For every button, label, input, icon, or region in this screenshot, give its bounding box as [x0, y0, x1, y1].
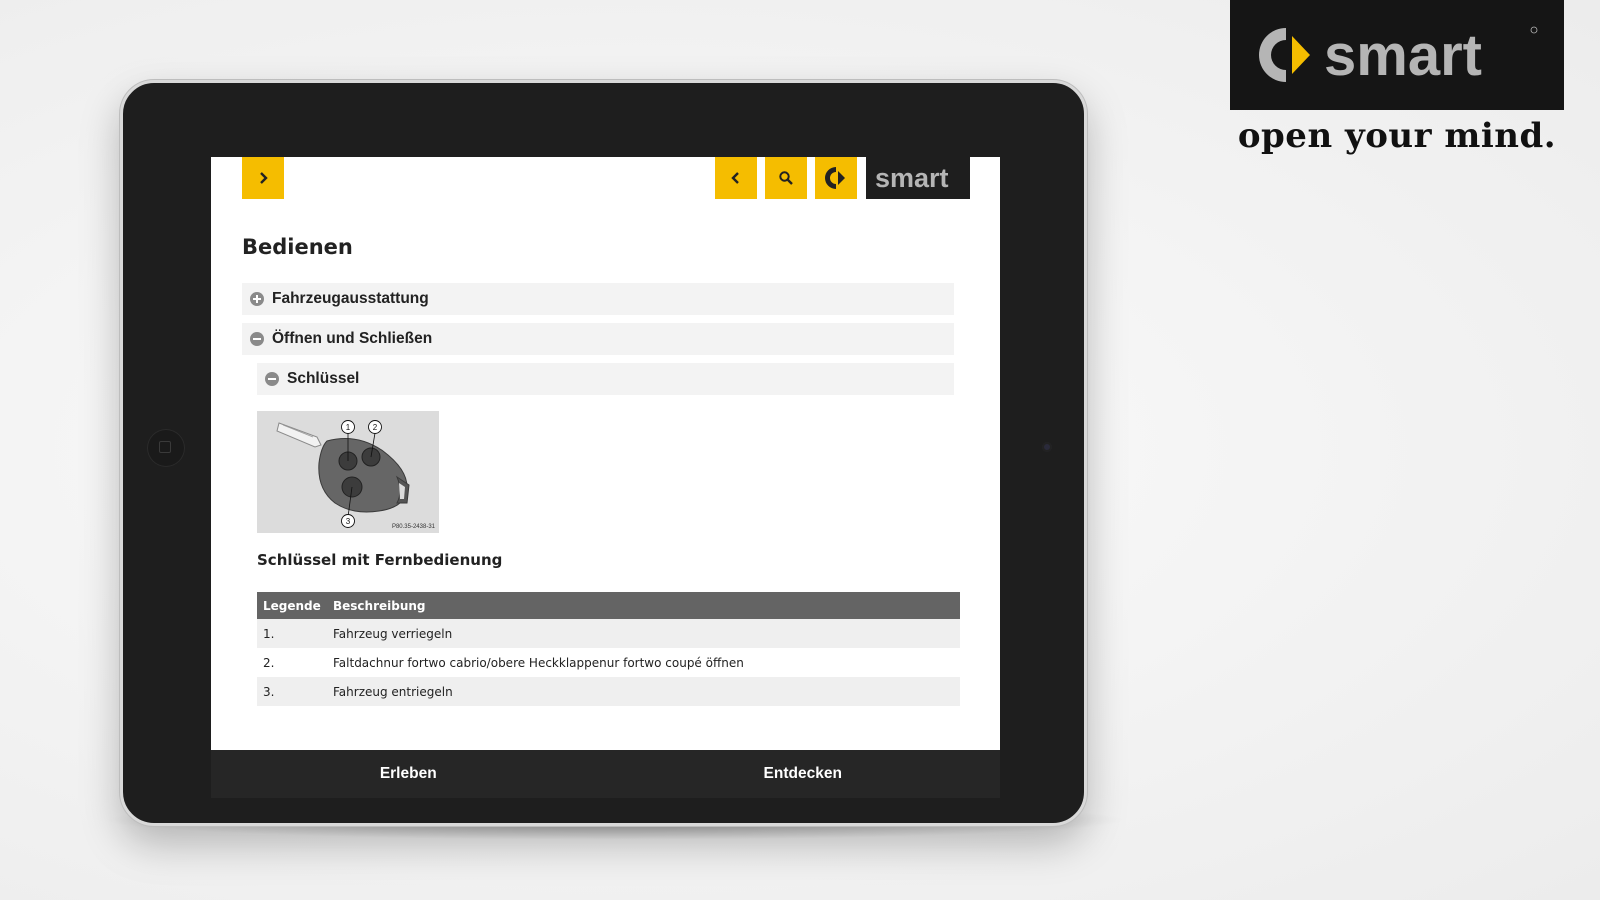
nav-item-entdecken[interactable]: Entdecken [606, 750, 1001, 798]
legend-table: Legende Beschreibung 1. Fahrzeug verrieg… [257, 592, 960, 706]
callout-2: 2 [373, 423, 378, 432]
plus-circle-icon [250, 292, 264, 306]
bottom-navigation: Erleben Entdecken [211, 750, 1000, 798]
figure-code: P80.35-2438-31 [391, 524, 435, 530]
column-header-beschreibung: Beschreibung [327, 592, 960, 619]
top-toolbar: smart [211, 157, 1000, 199]
minus-circle-icon [265, 372, 279, 386]
chevron-right-icon [260, 172, 268, 184]
camera-icon [1042, 442, 1052, 452]
table-cell-description: Fahrzeug verriegeln [327, 619, 960, 648]
back-button[interactable] [715, 157, 757, 199]
accordion-item-fahrzeugausstattung[interactable]: Fahrzeugausstattung [242, 283, 954, 315]
table-cell-legend: 2. [263, 655, 275, 670]
table-row: 2. Faltdachnur fortwo cabrio/obere Heckk… [257, 648, 960, 677]
callout-1: 1 [346, 423, 351, 432]
search-button[interactable] [765, 157, 807, 199]
brand-tagline: open your mind. [1237, 116, 1557, 156]
smart-emblem-icon: smart [1259, 23, 1538, 88]
table-row: 3. Fahrzeug entriegeln [257, 677, 960, 706]
table-cell-description: Fahrzeug entriegeln [327, 677, 960, 706]
minus-circle-icon [250, 332, 264, 346]
table-cell-legend: 3. [257, 677, 327, 706]
table-row: 1. Fahrzeug verriegeln [257, 619, 960, 648]
smart-logo: smart [866, 157, 970, 199]
tablet-frame: smart Bedienen Fahrzeugausstattung Öffne… [120, 80, 1087, 826]
callout-3: 3 [346, 517, 351, 526]
table-cell-description: Faltdachnur fortwo cabrio/obere Heckklap… [333, 655, 744, 670]
table-cell-legend: 1. [257, 619, 327, 648]
accordion-subitem-schluessel[interactable]: Schlüssel [257, 363, 954, 395]
smart-brand-logo: smart [1230, 0, 1564, 110]
column-header-legende: Legende [257, 592, 327, 619]
accordion-item-label: Fahrzeugausstattung [272, 290, 429, 307]
page-background: smart open your mind. smart Bedienen Fah… [0, 0, 1600, 900]
page-title: Bedienen [242, 235, 353, 259]
home-emblem-button[interactable] [815, 157, 857, 199]
search-icon [779, 171, 793, 185]
accordion-item-oeffnen-schliessen[interactable]: Öffnen und Schließen [242, 323, 954, 355]
remote-key-illustration: 1 2 3 [276, 420, 410, 528]
nav-item-erleben[interactable]: Erleben [211, 750, 606, 798]
section-heading: Schlüssel mit Fernbedienung [257, 551, 503, 569]
tablet-screen: smart Bedienen Fahrzeugausstattung Öffne… [211, 157, 1000, 750]
home-button[interactable] [147, 429, 185, 467]
brand-logo-text: smart [1324, 23, 1482, 88]
smart-emblem-icon [825, 167, 845, 189]
accordion-item-label: Schlüssel [287, 370, 360, 387]
expand-menu-button[interactable] [242, 157, 284, 199]
smart-logo-text: smart [875, 163, 949, 193]
key-illustration: 1 2 3 P80.35-2438-31 [257, 411, 439, 533]
table-header-row: Legende Beschreibung [257, 592, 960, 619]
accordion-item-label: Öffnen und Schließen [272, 330, 433, 347]
chevron-left-icon [731, 172, 739, 184]
